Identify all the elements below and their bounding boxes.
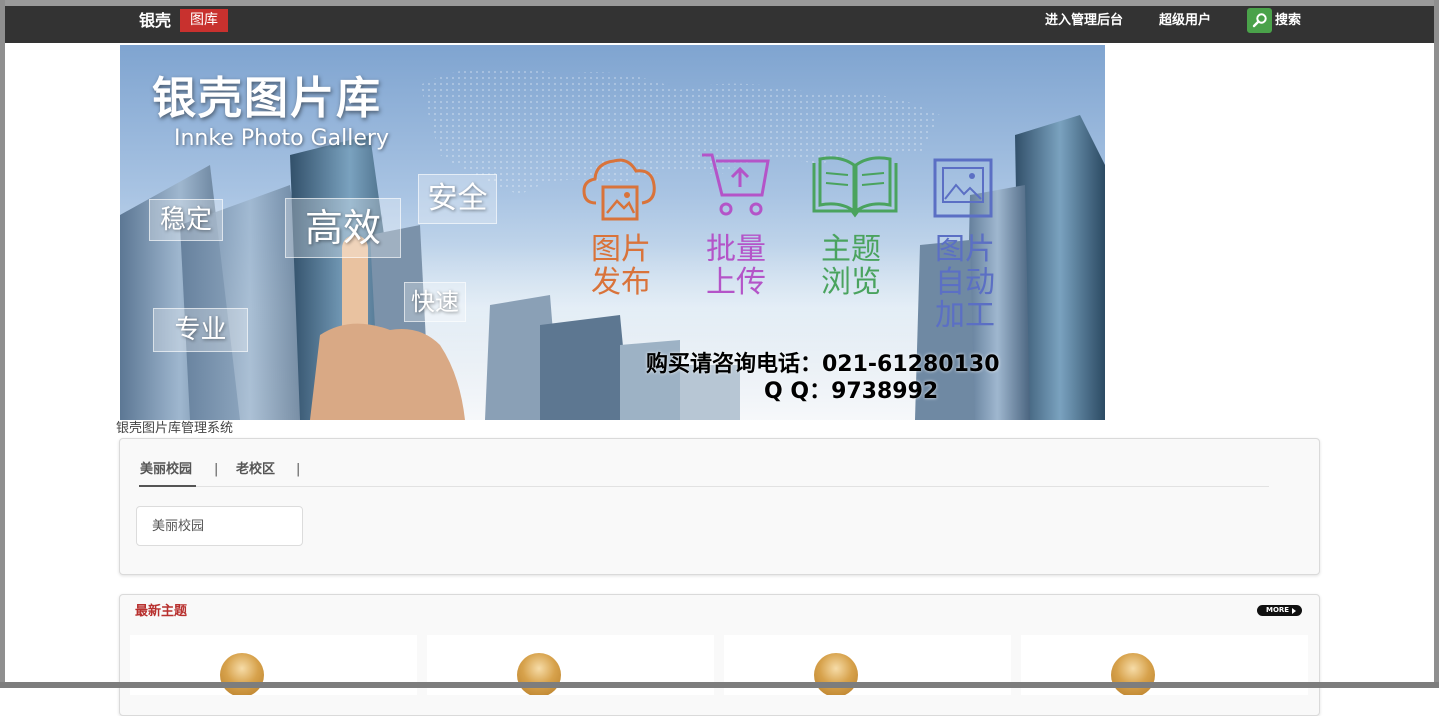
tab-separator: |	[296, 462, 301, 477]
system-name: 银壳图片库管理系统	[116, 421, 234, 436]
bulb-image	[814, 653, 858, 695]
window-frame-bottom	[0, 682, 1439, 688]
window-frame-right	[1434, 0, 1439, 688]
more-button[interactable]: MORE	[1257, 605, 1302, 616]
banner-subtitle: Innke Photo Gallery	[174, 126, 389, 151]
tag-stable: 稳定	[149, 199, 223, 241]
bulb-image	[1111, 653, 1155, 695]
tab-beautiful-campus[interactable]: 美丽校园	[140, 461, 192, 479]
bulb-image	[517, 653, 561, 695]
top-navbar: 银壳 图库 进入管理后台 超级用户 搜索	[5, 6, 1434, 43]
picture-frame-icon	[933, 158, 993, 218]
tag-secure: 安全	[418, 174, 497, 224]
cart-upload-icon	[702, 153, 770, 216]
tab-separator: |	[214, 462, 219, 477]
tag-efficient: 高效	[285, 198, 401, 258]
user-link[interactable]: 超级用户	[1159, 11, 1211, 31]
more-label: MORE	[1266, 606, 1290, 614]
open-book-icon	[812, 156, 898, 218]
logo-text[interactable]: 银壳	[139, 11, 171, 31]
tab-active-indicator	[139, 485, 196, 487]
tab-underline	[139, 486, 1269, 487]
search-link[interactable]: 搜索	[1275, 11, 1301, 31]
feature-browse-label: 主题 浏览	[821, 232, 881, 300]
tag-professional: 专业	[153, 308, 248, 352]
logo-badge[interactable]: 图库	[180, 9, 228, 32]
feature-publish-label: 图片 发布	[591, 232, 651, 300]
tag-fast: 快速	[404, 282, 466, 322]
tab-old-campus[interactable]: 老校区	[236, 461, 275, 479]
hero-banner[interactable]: 银壳图片库 Innke Photo Gallery 稳定 高效 安全 快速 专业…	[120, 45, 1105, 420]
latest-topics-title: 最新主题	[135, 604, 188, 619]
window-frame-left	[0, 0, 5, 688]
feature-process-label: 图片 自动 加工	[935, 232, 995, 333]
feature-upload-label: 批量 上传	[706, 232, 766, 300]
contact-phone: 购买请咨询电话：021-61280130	[646, 352, 1000, 377]
search-button[interactable]	[1247, 8, 1272, 33]
latest-topics-panel: 最新主题 MORE	[119, 594, 1320, 716]
contact-qq: Q Q：9738992	[764, 379, 939, 404]
search-icon	[1252, 13, 1267, 28]
admin-link[interactable]: 进入管理后台	[1045, 11, 1123, 31]
bulb-image	[220, 653, 264, 695]
arrow-right-icon	[1292, 608, 1296, 614]
banner-title: 银壳图片库	[152, 73, 382, 124]
album-card[interactable]: 美丽校园	[136, 506, 303, 546]
cloud-image-icon	[582, 158, 656, 221]
albums-panel: 美丽校园 | 老校区 | 美丽校园	[119, 438, 1320, 575]
